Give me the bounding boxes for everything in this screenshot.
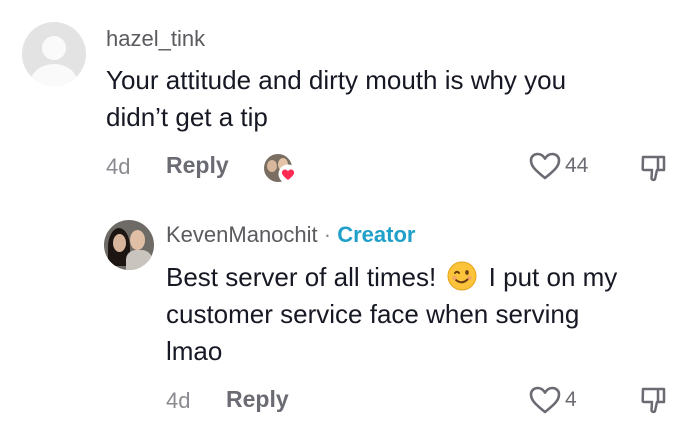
comment-age: 4d [106,154,131,179]
avatar-face-shape [267,160,277,172]
dislike-icon[interactable] [638,384,670,416]
avatar-shirt-shape [126,250,152,270]
creator-badge: Creator [337,222,416,247]
comment-username[interactable]: hazel_tink [106,26,205,52]
default-avatar-icon[interactable] [22,22,86,86]
dislike-icon[interactable] [638,152,670,184]
comment-text-segment: I put on my [488,262,618,292]
separator-dot: · [323,222,332,247]
comment-text-line: lmao [166,336,223,366]
like-button[interactable]: 44 [528,151,588,181]
heart-badge-icon [278,164,298,184]
like-count: 44 [565,154,589,177]
reply-button[interactable]: Reply [166,152,229,179]
comment-text-line: Your attitude and dirty mouth is why you [106,65,567,95]
comment-age: 4d [166,388,191,413]
comment-text-line: didn’t get a tip [106,102,268,132]
like-button[interactable]: 4 [528,385,577,415]
reply-button[interactable]: Reply [226,386,289,413]
comment-text-line: Best server of all times! I put on my [166,259,617,296]
avatar-head-shape [42,36,66,60]
comment-text-line: customer service face when serving [166,299,580,329]
comment-username-row: KevenManochit · Creator [166,222,415,248]
winking-face-emoji [447,261,477,291]
comment-text-segment: Best server of all times! [166,262,437,292]
like-count: 4 [565,388,577,411]
avatar-face-shape [113,234,126,252]
heart-outline-icon [529,386,561,414]
avatar-torso-shape [30,64,78,86]
creator-avatar[interactable] [104,220,154,270]
heart-outline-icon [529,152,561,180]
comment-username[interactable]: KevenManochit [166,222,318,247]
avatar-face-shape [130,230,145,250]
